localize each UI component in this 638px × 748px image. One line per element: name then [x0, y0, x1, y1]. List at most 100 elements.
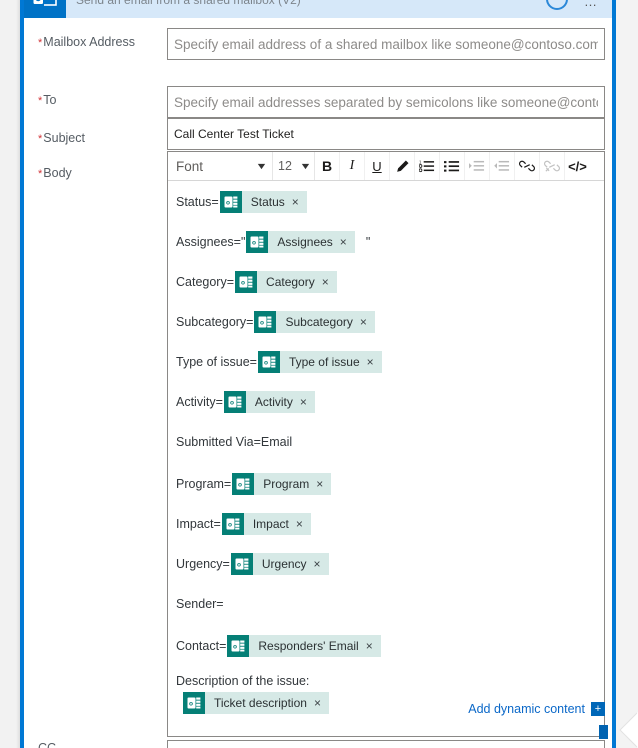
- dynamic-token-category[interactable]: o Category ×: [235, 271, 337, 293]
- body-line-category: Category= o Category ×: [176, 271, 596, 293]
- body-line-assignees: Assignees=" o Assignees × ": [176, 231, 596, 253]
- line-suffix: ": [365, 235, 371, 249]
- body-line-sender: Sender=: [176, 593, 596, 615]
- italic-glyph: I: [349, 158, 355, 173]
- code-view-glyph: </>: [568, 158, 587, 174]
- dynamic-token-status[interactable]: o Status ×: [219, 191, 307, 213]
- action-card-title: Send an email from a shared mailbox (V2): [76, 0, 301, 7]
- required-asterisk: *: [38, 95, 43, 107]
- font-size-select[interactable]: 12 ▼: [273, 152, 315, 180]
- unlink-icon[interactable]: [540, 152, 565, 180]
- italic-icon[interactable]: I: [340, 152, 365, 180]
- dynamic-token-subcategory[interactable]: o Subcategory ×: [254, 311, 375, 333]
- mailbox-address-input[interactable]: [167, 28, 605, 60]
- check-circle-icon[interactable]: [546, 0, 568, 10]
- body-line-impact: Impact= o Impact ×: [176, 513, 596, 535]
- token-label: Type of issue: [288, 355, 360, 369]
- bulleted-list-icon[interactable]: [440, 152, 465, 180]
- cc-label: CC: [38, 741, 57, 748]
- svg-text:o: o: [260, 320, 264, 327]
- highlighter-pen-icon[interactable]: [390, 152, 415, 180]
- sharepoint-list-icon: o: [235, 271, 258, 293]
- subject-label: *Subject: [38, 131, 85, 145]
- line-prefix: Program=: [176, 477, 232, 491]
- add-dynamic-content-row[interactable]: Add dynamic content +: [167, 700, 605, 718]
- office-365-outlook-icon: [24, 0, 66, 18]
- numbered-list-icon[interactable]: 1: [415, 152, 440, 180]
- add-dynamic-content-plus-icon[interactable]: +: [591, 702, 605, 716]
- panel-scrollbar-thumb[interactable]: [599, 725, 608, 739]
- dynamic-token-type-of-issue[interactable]: o Type of issue ×: [257, 351, 382, 373]
- code-view-icon[interactable]: </>: [565, 152, 590, 180]
- more-options-icon[interactable]: …: [584, 0, 598, 9]
- token-remove-icon[interactable]: ×: [314, 558, 329, 570]
- to-input[interactable]: [167, 86, 605, 118]
- token-label: Program: [263, 477, 310, 491]
- underline-icon[interactable]: U: [365, 152, 390, 180]
- token-label: Responders' Email: [258, 639, 359, 653]
- dynamic-token-impact[interactable]: o Impact ×: [221, 513, 311, 535]
- svg-text:o: o: [264, 360, 268, 367]
- chevron-down-icon: ▼: [255, 161, 268, 171]
- line-prefix: Sender=: [176, 597, 224, 611]
- line-prefix: Impact=: [176, 517, 221, 531]
- dynamic-token-urgency[interactable]: o Urgency ×: [230, 553, 329, 575]
- description-label: Description of the issue:: [176, 674, 310, 688]
- action-card-header[interactable]: Send an email from a shared mailbox (V2)…: [24, 0, 612, 18]
- line-prefix: Activity=: [176, 395, 223, 409]
- required-asterisk: *: [38, 168, 43, 180]
- body-line-subcategory: Subcategory= o Subcategory ×: [176, 311, 596, 333]
- token-label: Status: [250, 195, 285, 209]
- token-label: Activity: [254, 395, 293, 409]
- dynamic-token-program[interactable]: o Program ×: [232, 473, 332, 495]
- add-dynamic-content-link[interactable]: Add dynamic content: [468, 702, 585, 716]
- token-remove-icon[interactable]: ×: [296, 518, 311, 530]
- token-remove-icon[interactable]: ×: [322, 276, 337, 288]
- token-remove-icon[interactable]: ×: [316, 478, 331, 490]
- line-prefix: Assignees=": [176, 235, 246, 249]
- token-remove-icon[interactable]: ×: [300, 396, 315, 408]
- sharepoint-list-icon: o: [257, 351, 280, 373]
- body-line-type-of-issue: Type of issue= o Type of issue ×: [176, 351, 596, 373]
- editor-toolbar[interactable]: Font ▼ 12 ▼ B I U 1 </>: [168, 152, 604, 181]
- dynamic-token-responders-email[interactable]: o Responders' Email ×: [227, 635, 381, 657]
- action-card-body: *Mailbox Address *To *Subject: [24, 18, 612, 748]
- font-family-select[interactable]: Font ▼: [168, 152, 273, 180]
- token-remove-icon[interactable]: ×: [366, 640, 381, 652]
- token-label: Assignees: [277, 235, 333, 249]
- sharepoint-list-icon: o: [219, 191, 242, 213]
- token-remove-icon[interactable]: ×: [292, 196, 307, 208]
- indent-increase-icon[interactable]: [465, 152, 490, 180]
- indent-decrease-icon[interactable]: [490, 152, 515, 180]
- token-remove-icon[interactable]: ×: [340, 236, 355, 248]
- mailbox-address-label: *Mailbox Address: [38, 35, 135, 49]
- body-editor-content[interactable]: Status= o Status × Assignees=" o Assigne…: [168, 181, 604, 736]
- token-remove-icon[interactable]: ×: [360, 316, 375, 328]
- line-prefix: Status=: [176, 195, 219, 209]
- svg-text:1: 1: [419, 160, 422, 165]
- link-icon[interactable]: [515, 152, 540, 180]
- token-label: Urgency: [261, 557, 307, 571]
- subject-input[interactable]: [167, 118, 605, 150]
- dynamic-token-assignees[interactable]: o Assignees ×: [246, 231, 355, 253]
- dynamic-token-activity[interactable]: o Activity ×: [223, 391, 315, 413]
- token-remove-icon[interactable]: ×: [367, 356, 382, 368]
- panel-collapse-chevron-icon[interactable]: [616, 712, 638, 748]
- line-prefix: Urgency=: [176, 557, 230, 571]
- body-label: *Body: [38, 166, 72, 180]
- body-line-status: Status= o Status ×: [176, 191, 596, 213]
- bold-icon[interactable]: B: [315, 152, 340, 180]
- svg-text:o: o: [252, 240, 256, 247]
- required-asterisk: *: [38, 37, 43, 49]
- underline-glyph: U: [372, 158, 382, 174]
- body-rich-text-editor[interactable]: Font ▼ 12 ▼ B I U 1 </> Status= o Status…: [167, 151, 605, 737]
- cc-input[interactable]: [167, 740, 605, 748]
- sharepoint-list-icon: o: [221, 513, 244, 535]
- token-label: Impact: [252, 517, 289, 531]
- line-prefix: Submitted Via=Email: [176, 435, 293, 449]
- send-email-action-card[interactable]: Send an email from a shared mailbox (V2)…: [20, 0, 616, 748]
- svg-text:o: o: [226, 200, 230, 207]
- required-asterisk: *: [38, 133, 43, 145]
- sharepoint-list-icon: o: [254, 311, 277, 333]
- svg-text:o: o: [241, 280, 245, 287]
